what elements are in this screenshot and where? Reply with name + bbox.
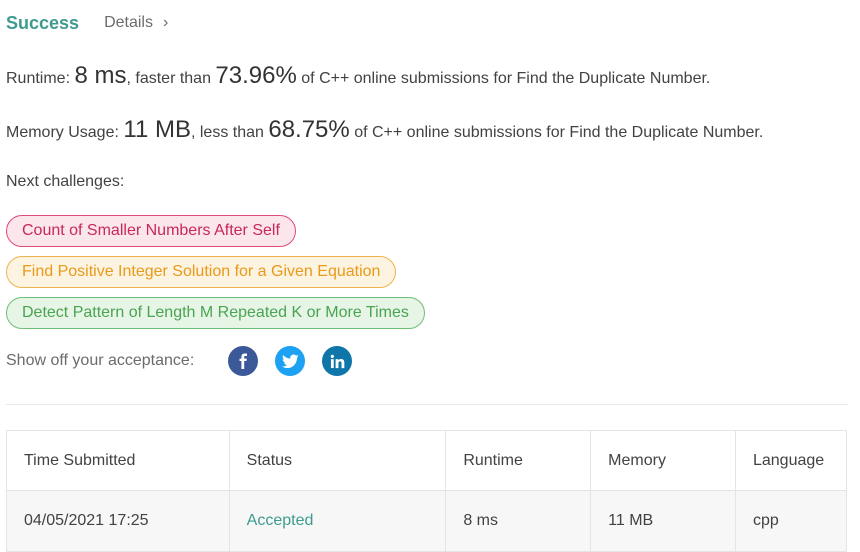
runtime-comparison: , faster than: [126, 70, 216, 87]
submissions-table: Time Submitted Status Runtime Memory Lan…: [6, 430, 848, 552]
column-header-time: Time Submitted: [6, 430, 230, 491]
table-header-row: Time Submitted Status Runtime Memory Lan…: [6, 430, 848, 491]
column-header-status: Status: [228, 430, 447, 491]
column-header-runtime: Runtime: [445, 430, 592, 491]
chevron-right-icon: ›: [162, 14, 169, 31]
cell-time: 04/05/2021 17:25: [6, 490, 230, 552]
memory-percent: 68.75%: [268, 116, 350, 143]
status-success: Success: [6, 12, 80, 33]
cell-memory: 11 MB: [590, 490, 736, 552]
challenge-chip-medium[interactable]: Find Positive Integer Solution for a Giv…: [6, 256, 397, 288]
share-row: Show off your acceptance:: [6, 345, 353, 377]
memory-label: Memory Usage:: [6, 124, 124, 141]
cell-runtime: 8 ms: [445, 490, 592, 552]
cell-language: cpp: [734, 490, 848, 552]
memory-value: 11 MB: [123, 116, 191, 143]
details-label: Details: [104, 14, 153, 31]
runtime-suffix: of C++ online submissions for Find the D…: [296, 70, 711, 87]
result-header: Success Details ›: [6, 0, 848, 46]
runtime-label: Runtime:: [6, 70, 75, 87]
column-header-memory: Memory: [590, 430, 736, 491]
memory-suffix: of C++ online submissions for Find the D…: [349, 124, 764, 141]
challenge-chip-easy[interactable]: Detect Pattern of Length M Repeated K or…: [6, 297, 425, 329]
next-challenges-label: Next challenges:: [6, 173, 125, 190]
challenge-chip-hard[interactable]: Count of Smaller Numbers After Self: [6, 215, 296, 247]
submission-result-panel: Success Details › Runtime: 8 ms, faster …: [6, 0, 848, 552]
details-link[interactable]: Details ›: [104, 14, 168, 32]
column-header-language: Language: [734, 430, 848, 491]
runtime-stat: Runtime: 8 ms, faster than 73.96% of C++…: [6, 62, 710, 90]
runtime-percent: 73.96%: [215, 62, 297, 89]
memory-comparison: , less than: [190, 124, 269, 141]
table-row: 04/05/2021 17:25 Accepted 8 ms 11 MB cpp: [6, 490, 848, 552]
facebook-icon[interactable]: [228, 346, 259, 376]
memory-stat: Memory Usage: 11 MB, less than 68.75% of…: [6, 116, 763, 144]
runtime-value: 8 ms: [74, 62, 127, 89]
twitter-icon[interactable]: [275, 346, 306, 376]
linkedin-icon[interactable]: [322, 346, 353, 376]
share-label: Show off your acceptance:: [6, 352, 195, 369]
social-icons: [228, 346, 353, 376]
divider: [6, 404, 848, 405]
cell-status-accepted-link[interactable]: Accepted: [228, 490, 447, 552]
